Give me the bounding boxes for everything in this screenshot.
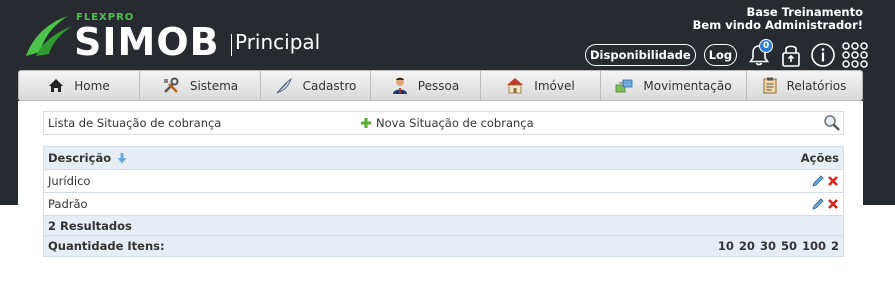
row-actions bbox=[809, 175, 839, 187]
nav-sistema[interactable]: Sistema bbox=[140, 71, 261, 100]
person-icon bbox=[392, 77, 408, 95]
table-row: Jurídico bbox=[44, 170, 843, 193]
nav-home[interactable]: Home bbox=[19, 71, 140, 100]
plus-icon bbox=[360, 117, 372, 129]
results-table: Descrição Ações Jurídico Padrão 2 Result… bbox=[43, 146, 844, 257]
house-icon bbox=[506, 77, 524, 94]
edit-pencil-icon[interactable] bbox=[812, 175, 824, 187]
nav-relatorios-label: Relatórios bbox=[786, 78, 847, 93]
list-title: Lista de Situação de cobrança bbox=[48, 116, 222, 130]
row-description: Padrão bbox=[48, 197, 88, 211]
availability-button[interactable]: Disponibilidade bbox=[585, 44, 696, 66]
page-size-50[interactable]: 50 bbox=[781, 239, 797, 253]
page-size-20[interactable]: 20 bbox=[739, 239, 755, 253]
main-nav: Home Sistema Cadastro Pessoa Imóvel Movi… bbox=[18, 70, 863, 101]
page-size-10[interactable]: 10 bbox=[718, 239, 734, 253]
table-header-row: Descrição Ações bbox=[44, 147, 843, 170]
lock-button[interactable] bbox=[777, 41, 805, 69]
delete-x-icon[interactable] bbox=[827, 175, 839, 187]
row-actions bbox=[809, 198, 839, 210]
search-icon[interactable] bbox=[823, 114, 841, 135]
welcome-message: Bem vindo Administrador! bbox=[692, 18, 863, 32]
content-panel: Lista de Situação de cobrança Nova Situa… bbox=[18, 101, 863, 304]
page-size-options: 10 20 30 50 100 2 bbox=[713, 239, 839, 253]
nav-imovel[interactable]: Imóvel bbox=[481, 71, 601, 100]
home-icon bbox=[48, 78, 64, 93]
page-size-30[interactable]: 30 bbox=[760, 239, 776, 253]
app-logo[interactable]: FLEXPRO SIMOB Principal bbox=[22, 10, 332, 64]
page-size-100[interactable]: 100 bbox=[802, 239, 826, 253]
header-actions: Ações bbox=[800, 151, 839, 165]
row-description: Jurídico bbox=[48, 174, 91, 188]
welcome-block: Base Treinamento Bem vindo Administrador… bbox=[693, 6, 863, 32]
nav-pessoa[interactable]: Pessoa bbox=[371, 71, 481, 100]
logo-section: Principal bbox=[235, 30, 321, 54]
header-description: Descrição bbox=[48, 151, 112, 165]
sort-arrow-down-icon[interactable] bbox=[117, 152, 127, 164]
results-count-row: 2 Resultados bbox=[44, 216, 843, 236]
apps-grid-icon bbox=[842, 42, 868, 68]
nav-cadastro[interactable]: Cadastro bbox=[261, 71, 371, 100]
list-toolbar: Lista de Situação de cobrança Nova Situa… bbox=[43, 111, 844, 135]
delete-x-icon[interactable] bbox=[827, 198, 839, 210]
new-item-label: Nova Situação de cobrança bbox=[376, 116, 534, 130]
lock-icon bbox=[782, 45, 800, 67]
nav-sistema-label: Sistema bbox=[189, 78, 239, 93]
nav-imovel-label: Imóvel bbox=[534, 78, 575, 93]
results-count: 2 Resultados bbox=[48, 218, 132, 233]
page-size-2[interactable]: 2 bbox=[831, 239, 839, 253]
table-row: Padrão bbox=[44, 193, 843, 216]
quantity-label: Quantidade Itens: bbox=[48, 239, 165, 253]
nav-relatorios[interactable]: Relatórios bbox=[747, 71, 862, 100]
logo-brand: SIMOB bbox=[74, 20, 220, 64]
logo-separator bbox=[231, 34, 232, 56]
info-icon bbox=[811, 43, 835, 67]
new-item-link[interactable]: Nova Situação de cobrança bbox=[360, 116, 534, 130]
logo-swoosh-icon bbox=[26, 16, 72, 56]
header-actions: Disponibilidade Log 0 bbox=[585, 39, 873, 70]
info-button[interactable] bbox=[809, 41, 837, 69]
nav-home-label: Home bbox=[74, 78, 110, 93]
notifications-button[interactable]: 0 bbox=[745, 39, 774, 69]
tools-icon bbox=[162, 77, 180, 95]
header-description-cell[interactable]: Descrição bbox=[48, 151, 127, 165]
page-size-row: Quantidade Itens: 10 20 30 50 100 2 bbox=[44, 236, 843, 256]
nav-cadastro-label: Cadastro bbox=[302, 78, 357, 93]
feather-icon bbox=[275, 77, 293, 95]
log-button[interactable]: Log bbox=[703, 44, 738, 66]
nav-movimentacao[interactable]: Movimentação bbox=[601, 71, 747, 100]
nav-pessoa-label: Pessoa bbox=[417, 78, 460, 93]
nav-movimentacao-label: Movimentação bbox=[643, 78, 732, 93]
edit-pencil-icon[interactable] bbox=[812, 198, 824, 210]
transfer-icon bbox=[615, 78, 633, 94]
clipboard-icon bbox=[763, 77, 777, 94]
apps-button[interactable] bbox=[841, 41, 869, 69]
